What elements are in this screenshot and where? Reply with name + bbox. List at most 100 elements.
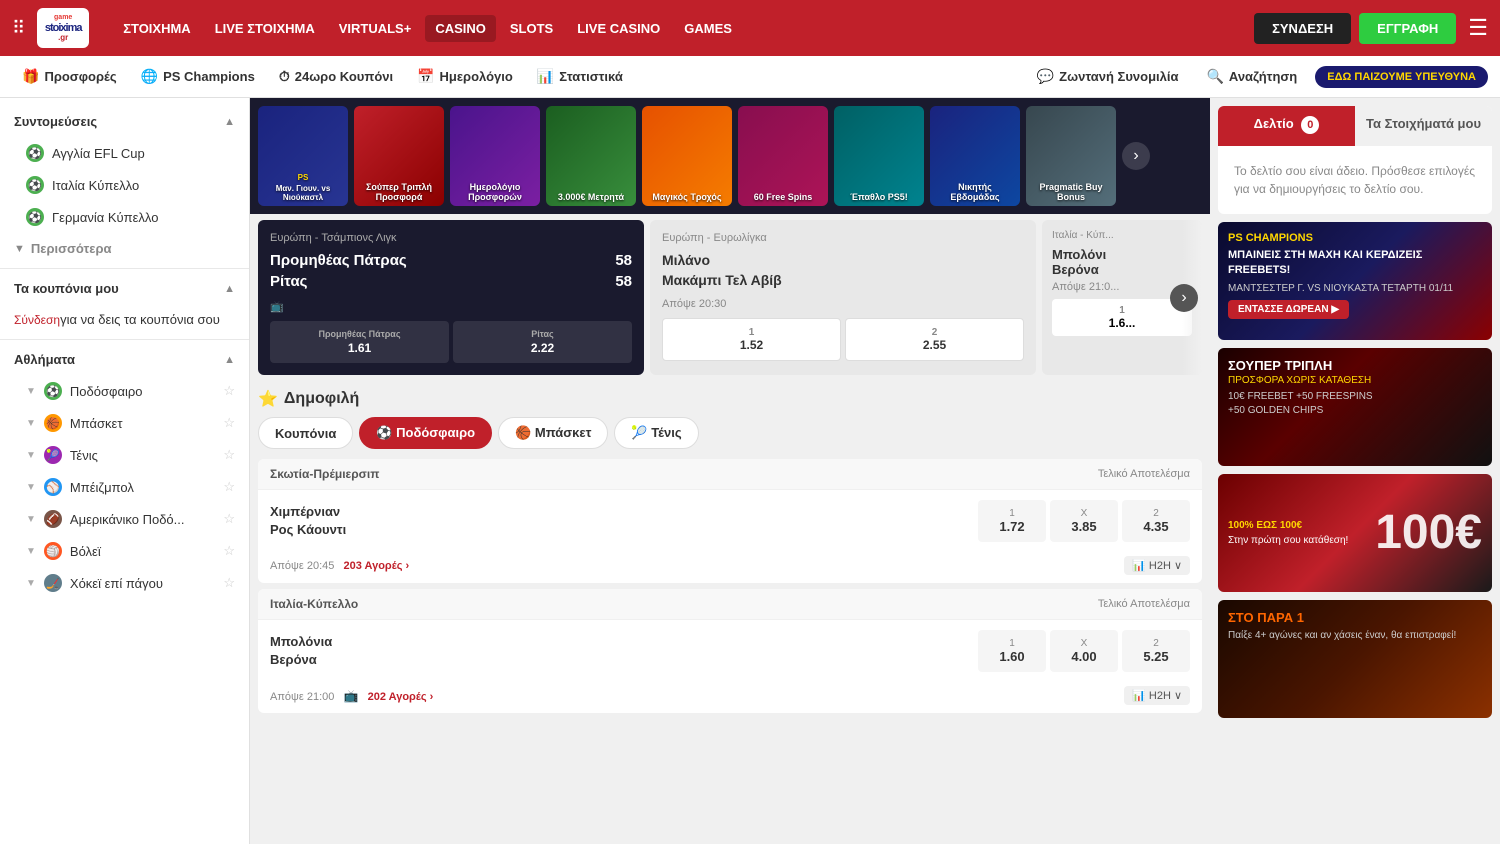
fav-star-tennis[interactable]: ☆ [223, 447, 235, 463]
basket-sport-icon: 🏀 [44, 414, 62, 432]
match-next-chevron[interactable]: › [1170, 284, 1198, 312]
promo-next-chevron[interactable]: › [1122, 142, 1150, 170]
nav-slots[interactable]: SLOTS [500, 15, 563, 42]
responsible-gaming-button[interactable]: ΕΔΩ ΠΑΙΖΟΥΜΕ ΥΠΕΥΘΥΝΑ [1315, 66, 1488, 88]
sports-section[interactable]: Αθλήματα ▲ [0, 344, 249, 375]
nav-games[interactable]: GAMES [674, 15, 742, 42]
promo-banner-1-cta[interactable]: ΕΝΤΑΣΣΕ ΔΩΡΕΑΝ ▶ [1228, 300, 1349, 319]
nav-live-stoixima[interactable]: LIVE ΣΤΟΙΧΗΜΑ [205, 15, 325, 42]
promo-card-inner-7: Νικητής Εβδομάδας [930, 106, 1020, 206]
more-section[interactable]: ▼ Περισσότερα [0, 233, 249, 264]
odds2-1-btn[interactable]: 1 1.60 [978, 630, 1046, 672]
promo-card-7[interactable]: Νικητής Εβδομάδας [930, 106, 1020, 206]
logo-area: game stoixima .gr [37, 8, 89, 48]
promo-banner-1[interactable]: PS CHAMPIONS ΜΠΑΙΝΕΙΣ ΣΤΗ ΜΑΧΗ ΚΑΙ ΚΕΡΔΙ… [1218, 222, 1492, 340]
sidebar-item-baseball[interactable]: ▼ ⚾ Μπέιζμπολ ☆ [0, 471, 249, 503]
nav-virtuals[interactable]: VIRTUALS+ [329, 15, 422, 42]
vol-expand-chevron: ▼ [26, 546, 36, 557]
popular-section: ⭐ Δημοφιλή Κουπόνια ⚽ Ποδόσφαιρο 🏀 Μπάσκ… [250, 381, 1210, 727]
promo-banner-3-content: 100% ΕΩΣ 100€ Στην πρώτη σου κατάθεση! 1… [1218, 474, 1492, 592]
promo-card-2[interactable]: Ημερολόγιο Προσφορών [450, 106, 540, 206]
grid-icon[interactable]: ⠿ [12, 18, 25, 39]
coupon-login-link[interactable]: Σύνδεση [14, 313, 60, 327]
nav-live-casino[interactable]: LIVE CASINO [567, 15, 670, 42]
odds-x-btn[interactable]: X 3.85 [1050, 500, 1118, 542]
promo-card-8[interactable]: Pragmatic Buy Bonus [1026, 106, 1116, 206]
promo-card-0[interactable]: PS Μαν. Γιουν. vs Νιούκαστλ [258, 106, 348, 206]
subnav-promotions[interactable]: 🎁 Προσφορές [12, 62, 127, 91]
chat-icon: 💬 [1037, 68, 1054, 85]
sidebar-item-basket[interactable]: ▼ 🏀 Μπάσκετ ☆ [0, 407, 249, 439]
tab-basket[interactable]: 🏀 Μπάσκετ [498, 417, 608, 449]
league-label-2: Ιταλία-Κύπελλο [270, 597, 358, 611]
promo-card-5[interactable]: 60 Free Spins [738, 106, 828, 206]
match-list-header-2: Ιταλία-Κύπελλο Τελικό Αποτελέσμα [258, 589, 1202, 619]
af-expand-chevron: ▼ [26, 514, 36, 525]
content-area: PS Μαν. Γιουν. vs Νιούκαστλ Σούπερ Τριπλ… [250, 98, 1210, 844]
subnav-right: 💬 Ζωντανή Συνομιλία 🔍 Αναζήτηση ΕΔΩ ΠΑΙΖ… [1027, 62, 1488, 91]
markets-link-1[interactable]: 203 Αγορές › [344, 560, 410, 572]
sidebar-item-american-football[interactable]: ▼ 🏈 Αμερικάνικο Ποδό... ☆ [0, 503, 249, 535]
bet-maccabi[interactable]: 2 2.55 [845, 318, 1024, 361]
tab-my-bets[interactable]: Τα Στοιχήματά μου [1355, 106, 1492, 146]
sidebar-item-italy-cup[interactable]: ⚽ Ιταλία Κύπελλο [0, 169, 249, 201]
markets-link-2[interactable]: 202 Αγορές › [368, 691, 434, 703]
bet-milano[interactable]: 1 1.52 [662, 318, 841, 361]
match-footer-1: Απόψε 20:45 203 Αγορές › 📊 H2H ∨ [258, 552, 1202, 583]
fav-star-basket[interactable]: ☆ [223, 415, 235, 431]
subnav-live-chat[interactable]: 💬 Ζωντανή Συνομιλία [1027, 62, 1189, 91]
tab-deltio[interactable]: Δελτίο 0 [1218, 106, 1355, 146]
subnav-calendar[interactable]: 📅 Ημερολόγιο [407, 62, 523, 91]
promo-banner-3[interactable]: 100% ΕΩΣ 100€ Στην πρώτη σου κατάθεση! 1… [1218, 474, 1492, 592]
fav-star-hockey[interactable]: ☆ [223, 575, 235, 591]
match-time-popular-2: Απόψε 21:00 📺 202 Αγορές › [270, 689, 433, 703]
h2h-button-2[interactable]: 📊 H2H ∨ [1124, 686, 1190, 705]
sidebar-item-tennis[interactable]: ▼ 🎾 Τένις ☆ [0, 439, 249, 471]
fav-star-vol[interactable]: ☆ [223, 543, 235, 559]
football-icon-3: ⚽ [26, 208, 44, 226]
sidebar-item-efl[interactable]: ⚽ Αγγλία EFL Cup [0, 137, 249, 169]
live-matches-row: Ευρώπη - Τσάμπιονς Λιγκ Προμηθέας Πάτρας… [250, 214, 1210, 381]
sidebar-item-volleyball[interactable]: ▼ 🏐 Βόλεϊ ☆ [0, 535, 249, 567]
fav-star-football[interactable]: ☆ [223, 383, 235, 399]
promo-banner-4[interactable]: ΣΤΟ ΠΑΡΑ 1 Παίξε 4+ αγώνες και αν χάσεις… [1218, 600, 1492, 718]
register-button[interactable]: ΕΓΓΡΑΦΗ [1359, 13, 1456, 44]
nav-stoixima[interactable]: ΣΤΟΙΧΗΜΑ [113, 15, 201, 42]
subnav-24h-coupon[interactable]: ⏱ 24ωρο Κουπόνι [269, 62, 403, 91]
match-teams-1-popular: Χιμπέρνιαν Ρος Κάουντι [270, 503, 970, 539]
subnav-statistics[interactable]: 📊 Στατιστικά [527, 62, 633, 91]
promo-card-4[interactable]: Μαγικός Τροχός [642, 106, 732, 206]
shortcuts-section[interactable]: Συντομεύσεις ▲ [0, 106, 249, 137]
subnav-ps-champions[interactable]: 🌐 PS Champions [131, 62, 265, 91]
bet-button-promitheas[interactable]: Προμηθέας Πάτρας 1.61 [270, 321, 449, 363]
sidebar-item-hockey[interactable]: ▼ 🏒 Χόκεϊ επί πάγου ☆ [0, 567, 249, 599]
coupons-section[interactable]: Τα κουπόνια μου ▲ [0, 273, 249, 304]
login-button[interactable]: ΣΥΝΔΕΣΗ [1254, 13, 1351, 44]
hamburger-icon[interactable]: ☰ [1468, 15, 1488, 41]
league-name-2: Ευρώπη - Ευρωλίγκα [662, 232, 1024, 244]
subnav-search[interactable]: 🔍 Αναζήτηση [1196, 62, 1307, 91]
tab-football[interactable]: ⚽ Ποδόσφαιρο [359, 417, 492, 449]
odds2-x-btn[interactable]: X 4.00 [1050, 630, 1118, 672]
promo-banner-2[interactable]: ΣΟΥΠΕΡ ΤΡΙΠΛΗ ΠΡΟΣΦΟΡΑ ΧΩΡΙΣ ΚΑΤΑΘΕΣΗ 10… [1218, 348, 1492, 466]
promo-card-6[interactable]: Έπαθλο PS5! [834, 106, 924, 206]
promo-card-inner-4: Μαγικός Τροχός [642, 106, 732, 206]
tab-coupons[interactable]: Κουπόνια [258, 417, 353, 449]
odds-1-btn[interactable]: 1 1.72 [978, 500, 1046, 542]
bet-button-ritas[interactable]: Ρίτας 2.22 [453, 321, 632, 363]
site-logo[interactable]: game stoixima .gr [37, 8, 89, 48]
tab-tennis[interactable]: 🎾 Τένις [614, 417, 698, 449]
sidebar-item-germany-cup[interactable]: ⚽ Γερμανία Κύπελλο [0, 201, 249, 233]
sidebar-item-football[interactable]: ▼ ⚽ Ποδόσφαιρο ☆ [0, 375, 249, 407]
promo-banner-1-content: PS CHAMPIONS ΜΠΑΙΝΕΙΣ ΣΤΗ ΜΑΧΗ ΚΑΙ ΚΕΡΔΙ… [1218, 222, 1492, 329]
promo-card-3[interactable]: 3.000€ Μετρητά [546, 106, 636, 206]
popular-header: ⭐ Δημοφιλή [258, 389, 1202, 409]
fav-star-af[interactable]: ☆ [223, 511, 235, 527]
fav-star-baseball[interactable]: ☆ [223, 479, 235, 495]
american-sport-icon: 🏈 [44, 510, 62, 528]
promo-card-1[interactable]: Σούπερ Τριπλή Προσφορά [354, 106, 444, 206]
nav-casino[interactable]: CASINO [425, 15, 496, 42]
odds2-2-btn[interactable]: 2 5.25 [1122, 630, 1190, 672]
odds-2-btn[interactable]: 2 4.35 [1122, 500, 1190, 542]
h2h-button-1[interactable]: 📊 H2H ∨ [1124, 556, 1190, 575]
